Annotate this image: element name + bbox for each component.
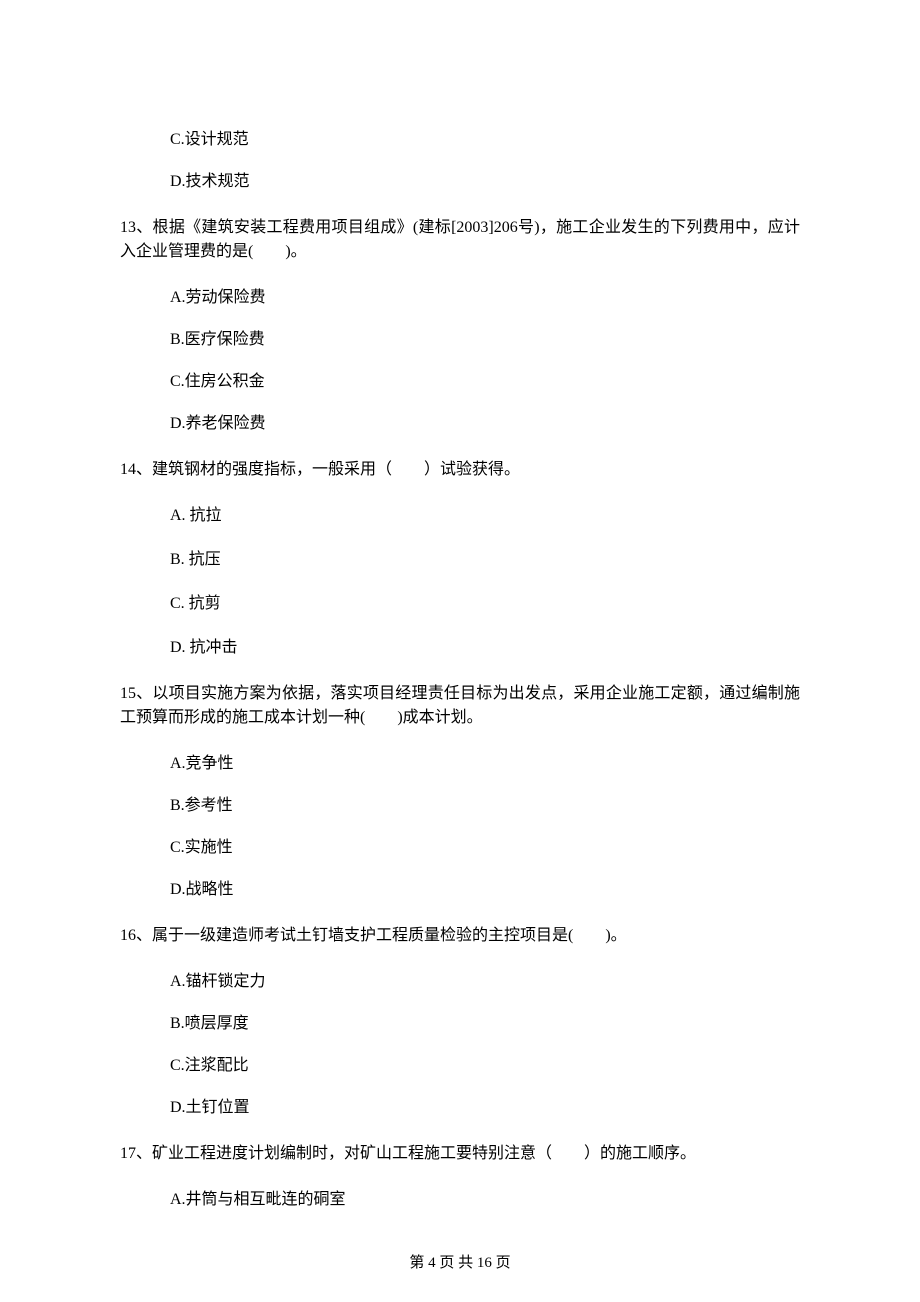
page-footer: 第 4 页 共 16 页 (0, 1252, 920, 1275)
question-13-option-b: B.医疗保险费 (120, 328, 800, 352)
question-16-option-d: D.土钉位置 (120, 1096, 800, 1120)
question-14-stem: 14、建筑钢材的强度指标，一般采用（ ）试验获得。 (120, 458, 800, 482)
page-content: C.设计规范 D.技术规范 13、根据《建筑安装工程费用项目组成》(建标[200… (0, 0, 920, 1290)
question-14-option-a: A. 抗拉 (120, 504, 800, 528)
question-16-option-a: A.锚杆锁定力 (120, 970, 800, 994)
question-13-option-a: A.劳动保险费 (120, 286, 800, 310)
question-16-option-b: B.喷层厚度 (120, 1012, 800, 1036)
question-13-option-c: C.住房公积金 (120, 370, 800, 394)
orphan-option-d: D.技术规范 (120, 170, 800, 194)
orphan-option-c: C.设计规范 (120, 128, 800, 152)
question-16-option-c: C.注浆配比 (120, 1054, 800, 1078)
question-15-option-c: C.实施性 (120, 836, 800, 860)
question-17-option-a: A.井筒与相互毗连的硐室 (120, 1188, 800, 1212)
question-15-option-a: A.竞争性 (120, 752, 800, 776)
question-15-option-d: D.战略性 (120, 878, 800, 902)
question-15-stem: 15、以项目实施方案为依据，落实项目经理责任目标为出发点，采用企业施工定额，通过… (120, 682, 800, 730)
question-13-stem: 13、根据《建筑安装工程费用项目组成》(建标[2003]206号)，施工企业发生… (120, 216, 800, 264)
question-14-option-b: B. 抗压 (120, 548, 800, 572)
question-14-option-c: C. 抗剪 (120, 592, 800, 616)
question-17-stem: 17、矿业工程进度计划编制时，对矿山工程施工要特别注意（ ）的施工顺序。 (120, 1142, 800, 1166)
question-15-option-b: B.参考性 (120, 794, 800, 818)
question-13-option-d: D.养老保险费 (120, 412, 800, 436)
question-14-option-d: D. 抗冲击 (120, 636, 800, 660)
question-16-stem: 16、属于一级建造师考试土钉墙支护工程质量检验的主控项目是( )。 (120, 924, 800, 948)
